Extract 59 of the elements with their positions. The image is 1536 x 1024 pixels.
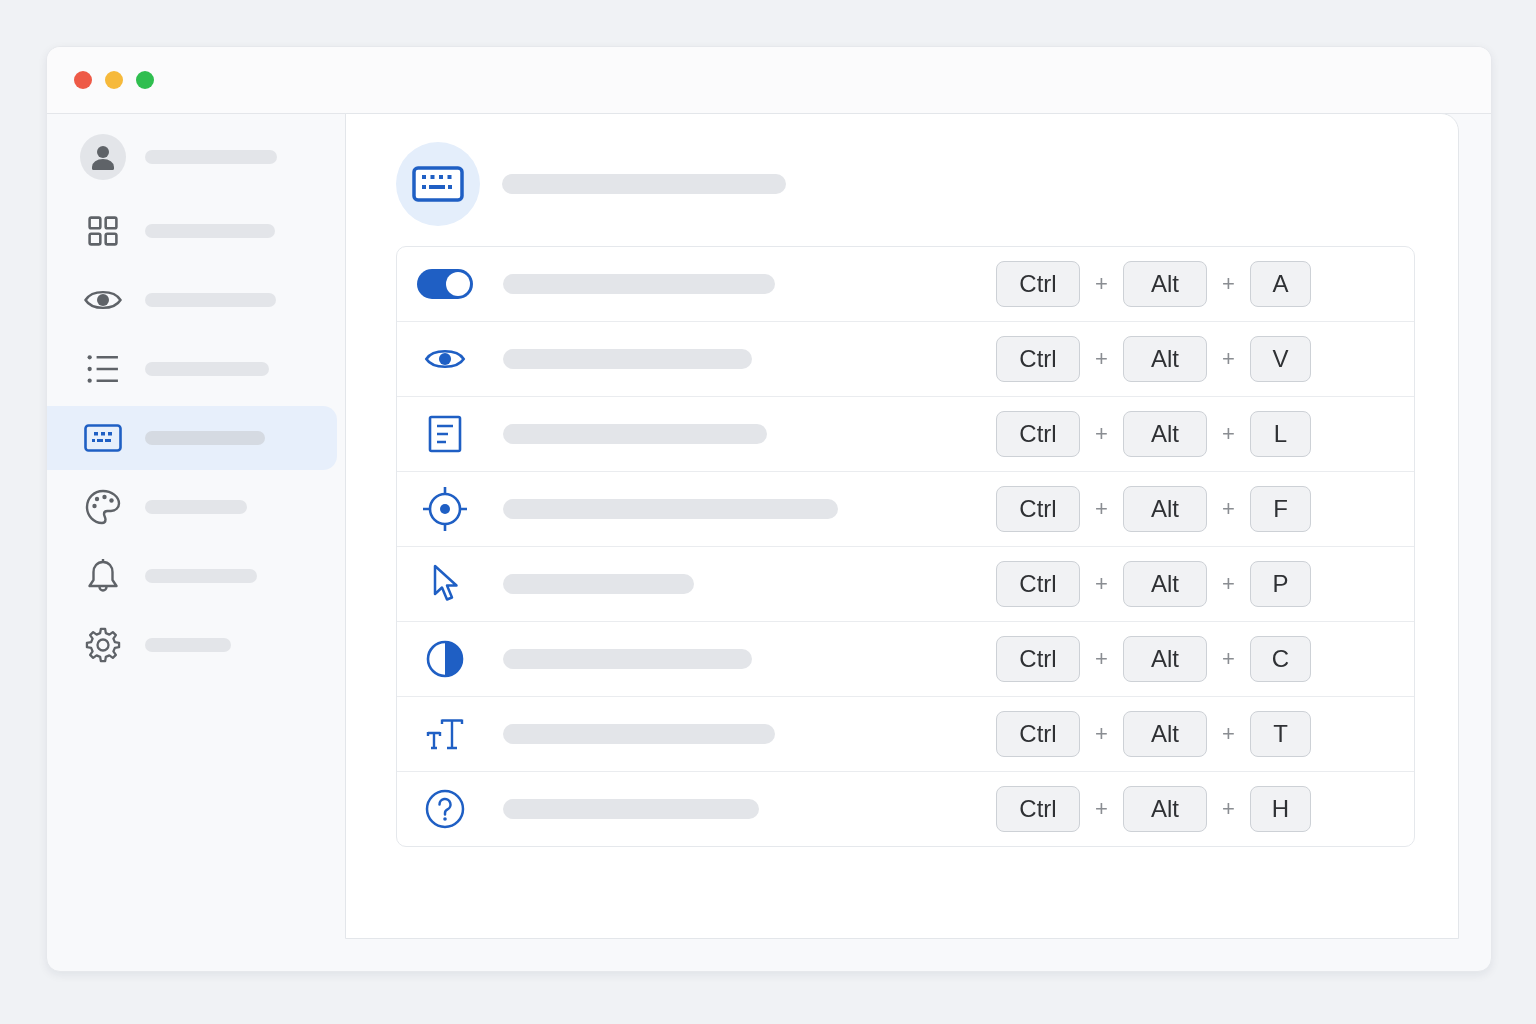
crosshair-icon: [422, 486, 468, 532]
keycap: F: [1250, 486, 1311, 532]
window-control-icon[interactable]: [74, 71, 92, 89]
plus-sign: +: [1094, 571, 1109, 597]
settings-icon: [85, 627, 121, 663]
text-size-icon: [426, 717, 464, 751]
keycap: C: [1250, 636, 1311, 682]
cursor-icon: [431, 564, 459, 604]
keycap: V: [1250, 336, 1311, 382]
keycap: Alt: [1123, 636, 1207, 682]
keycap: Alt: [1123, 786, 1207, 832]
toggle-switch[interactable]: [417, 269, 473, 299]
plus-sign: +: [1221, 496, 1236, 522]
keycap: Alt: [1123, 561, 1207, 607]
help-icon: [425, 789, 465, 829]
keycap: Ctrl: [996, 411, 1080, 457]
keyboard-icon: [396, 142, 480, 226]
keyboard-icon: [84, 424, 122, 452]
document-icon: [428, 415, 462, 453]
bell-icon: [87, 558, 119, 594]
contrast-icon: [426, 640, 464, 678]
plus-sign: +: [1094, 421, 1109, 447]
keycap: Ctrl: [996, 336, 1080, 382]
keycap: Alt: [1123, 261, 1207, 307]
plus-sign: +: [1094, 346, 1109, 372]
keycap: T: [1250, 711, 1311, 757]
keycap: L: [1250, 411, 1311, 457]
window-control-icon[interactable]: [136, 71, 154, 89]
keycap: H: [1250, 786, 1311, 832]
plus-sign: +: [1221, 721, 1236, 747]
plus-sign: +: [1221, 421, 1236, 447]
sidebar-item[interactable]: [47, 406, 337, 470]
plus-sign: +: [1221, 271, 1236, 297]
keycap: Ctrl: [996, 786, 1080, 832]
window-control-icon[interactable]: [105, 71, 123, 89]
keycap: Alt: [1123, 711, 1207, 757]
keycap: Ctrl: [996, 261, 1080, 307]
plus-sign: +: [1221, 571, 1236, 597]
plus-sign: +: [1221, 346, 1236, 372]
keycap: Alt: [1123, 336, 1207, 382]
keycap: Ctrl: [996, 636, 1080, 682]
keycap: Ctrl: [996, 561, 1080, 607]
keycap: Alt: [1123, 486, 1207, 532]
plus-sign: +: [1094, 796, 1109, 822]
plus-sign: +: [1094, 721, 1109, 747]
avatar-icon: [80, 134, 126, 180]
plus-sign: +: [1094, 271, 1109, 297]
plus-sign: +: [1094, 496, 1109, 522]
keycap: Ctrl: [996, 711, 1080, 757]
keycap: P: [1250, 561, 1311, 607]
plus-sign: +: [1221, 646, 1236, 672]
keycap: A: [1250, 261, 1311, 307]
keycap: Ctrl: [996, 486, 1080, 532]
palette-icon: [85, 489, 121, 525]
grid-icon: [88, 216, 118, 246]
plus-sign: +: [1094, 646, 1109, 672]
list-icon: [87, 354, 119, 384]
keycap: Alt: [1123, 411, 1207, 457]
plus-sign: +: [1221, 796, 1236, 822]
